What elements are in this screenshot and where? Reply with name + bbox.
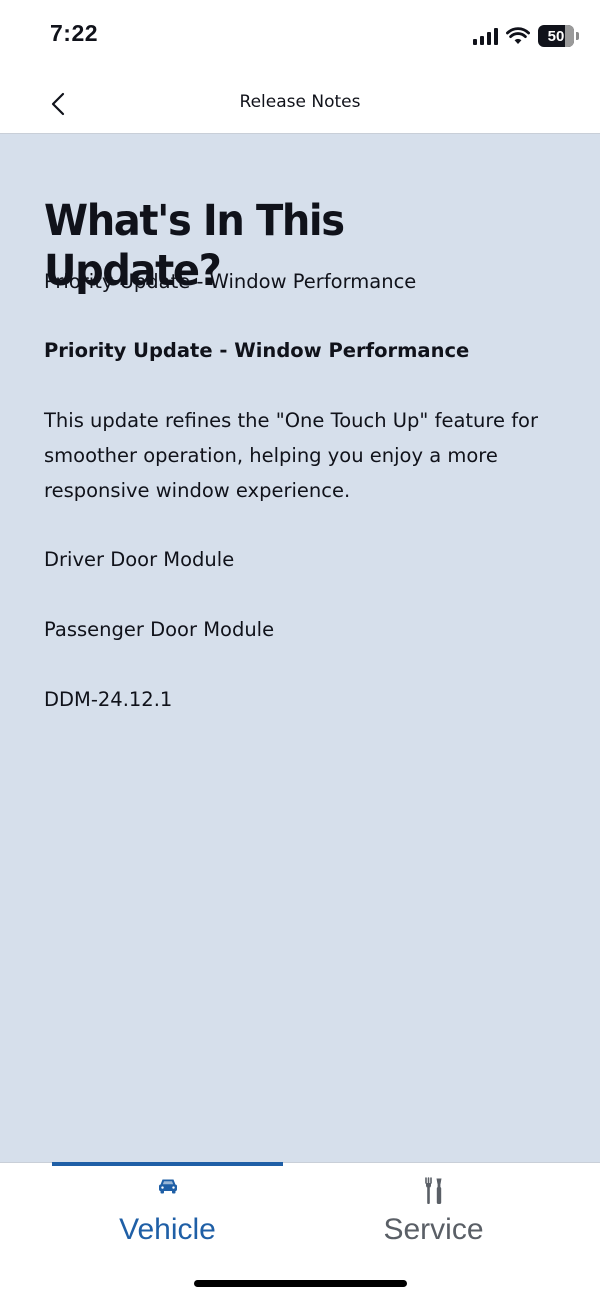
status-time: 7:22 <box>50 20 99 46</box>
car-icon <box>158 1179 177 1194</box>
screen: 7:22 50 Release Notes What's In This Upd… <box>0 0 600 1300</box>
battery-icon: 50 <box>538 25 579 47</box>
update-heading: Priority Update - Window Performance <box>44 339 470 362</box>
tab-service-label: Service <box>383 1213 484 1246</box>
battery-level: 50 <box>547 27 565 45</box>
tab-vehicle-label: Vehicle <box>119 1213 216 1246</box>
cellular-signal-icon <box>473 27 498 45</box>
home-indicator <box>194 1280 407 1287</box>
status-icons: 50 <box>473 24 579 48</box>
version-label: DDM-24.12.1 <box>44 688 173 711</box>
module-item-passenger-door: Passenger Door Module <box>44 618 275 641</box>
tools-icon <box>424 1177 441 1204</box>
wifi-icon <box>506 27 530 44</box>
release-notes-content: What's In This Update? Priority Update -… <box>0 134 600 1162</box>
tab-service[interactable]: Service <box>318 1163 549 1263</box>
page-header-title: Release Notes <box>239 92 361 112</box>
module-item-driver-door: Driver Door Module <box>44 548 235 571</box>
status-bar: 7:22 50 <box>0 0 600 72</box>
nav-header: Release Notes <box>0 72 600 134</box>
update-description: This update refines the "One Touch Up" f… <box>44 409 539 502</box>
update-subtitle: Priority Update - Window Performance <box>44 270 417 293</box>
tab-vehicle[interactable]: Vehicle <box>52 1163 283 1263</box>
